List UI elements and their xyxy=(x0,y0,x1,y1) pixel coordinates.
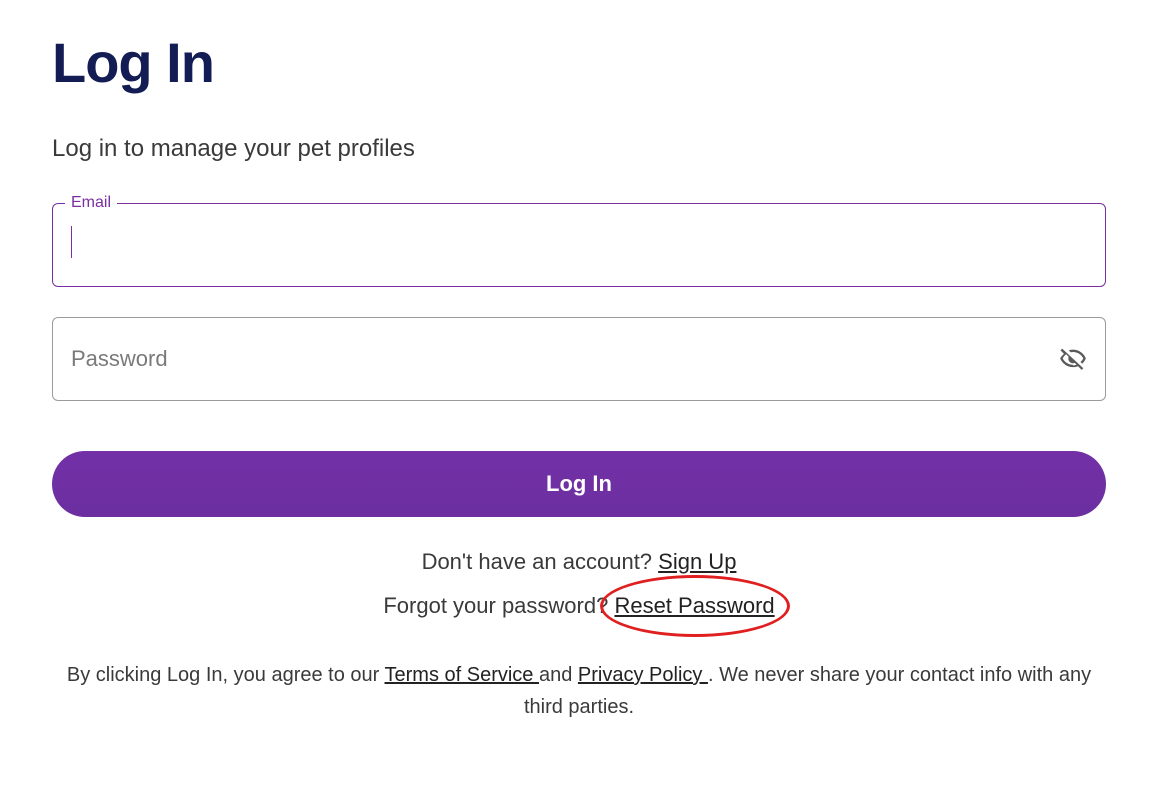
disclaimer-pre: By clicking Log In, you agree to our xyxy=(67,664,385,686)
reset-line: Forgot your password? Reset Password xyxy=(52,593,1106,619)
email-label: Email xyxy=(65,194,117,212)
login-container: Log In Log in to manage your pet profile… xyxy=(0,0,1158,753)
password-field-wrap[interactable] xyxy=(52,317,1106,401)
reset-prompt: Forgot your password? xyxy=(383,593,614,618)
toggle-password-visibility-icon[interactable] xyxy=(1059,345,1087,373)
password-input[interactable] xyxy=(53,318,1059,400)
email-field-wrap[interactable]: Email xyxy=(52,203,1106,287)
signup-prompt: Don't have an account? xyxy=(422,549,659,574)
login-button[interactable]: Log In xyxy=(52,451,1106,517)
terms-of-service-link[interactable]: Terms of Service xyxy=(385,664,539,686)
email-input[interactable] xyxy=(53,204,1105,286)
signup-link[interactable]: Sign Up xyxy=(658,549,736,574)
reset-password-link[interactable]: Reset Password xyxy=(614,593,774,618)
page-title: Log In xyxy=(52,30,1106,95)
page-subtitle: Log in to manage your pet profiles xyxy=(52,135,1106,163)
disclaimer: By clicking Log In, you agree to our Ter… xyxy=(52,659,1106,723)
disclaimer-mid: and xyxy=(539,664,578,686)
signup-line: Don't have an account? Sign Up xyxy=(52,549,1106,575)
text-caret xyxy=(71,226,72,258)
privacy-policy-link[interactable]: Privacy Policy xyxy=(578,664,708,686)
